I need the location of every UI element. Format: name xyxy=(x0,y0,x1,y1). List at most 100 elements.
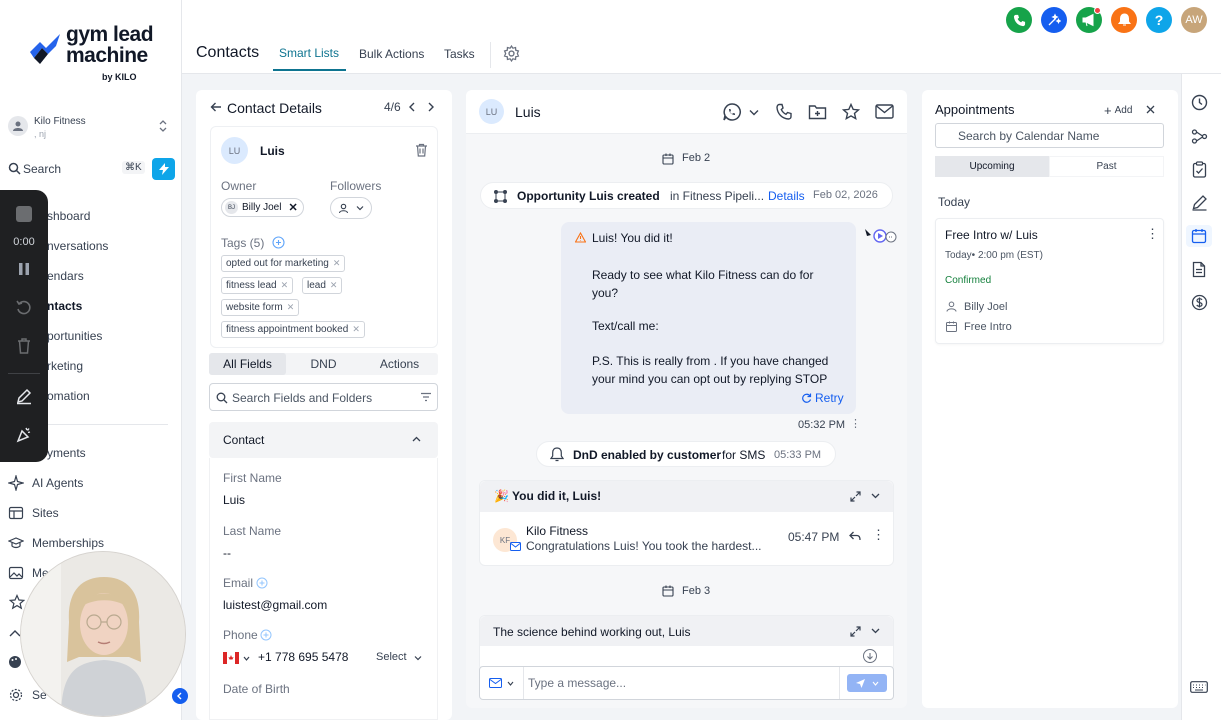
ai-assistant-button[interactable] xyxy=(1041,7,1067,33)
call-options-icon[interactable] xyxy=(722,102,742,122)
notifications-button[interactable] xyxy=(1111,7,1137,33)
tag-chip[interactable]: website form ✕ xyxy=(221,299,300,316)
email-icon[interactable] xyxy=(875,104,894,119)
sidebar-item-marketing[interactable]: rketing xyxy=(47,355,83,377)
first-name-field[interactable]: Luis xyxy=(223,493,245,507)
user-avatar[interactable]: AW xyxy=(1181,7,1207,33)
tag-chip[interactable]: lead ✕ xyxy=(302,277,343,294)
stop-recording-button[interactable] xyxy=(16,206,32,222)
send-button[interactable] xyxy=(847,674,887,692)
restart-icon[interactable] xyxy=(15,299,33,317)
remove-tag-icon[interactable]: ✕ xyxy=(333,258,341,269)
remove-tag-icon[interactable]: ✕ xyxy=(352,324,360,335)
tab-bulk-actions[interactable]: Bulk Actions xyxy=(359,47,424,61)
appointment-card[interactable]: Free Intro w/ Luis ⋮ Today• 2:00 pm (EST… xyxy=(935,218,1164,344)
sidebar-search[interactable]: Search ⌘K xyxy=(8,158,176,180)
phone-icon[interactable] xyxy=(775,103,793,121)
palette-icon[interactable] xyxy=(8,655,22,669)
tab-dnd[interactable]: DND xyxy=(286,353,361,375)
tag-chip[interactable]: fitness appointment booked ✕ xyxy=(221,321,365,338)
sidebar-item-memberships[interactable]: Memberships xyxy=(8,532,104,554)
payments-button[interactable] xyxy=(1189,292,1209,312)
owner-chip[interactable]: BJ Billy Joel ✕ xyxy=(221,198,304,217)
next-contact-icon[interactable] xyxy=(427,102,435,112)
tab-tasks[interactable]: Tasks xyxy=(444,47,475,61)
add-tag-icon[interactable] xyxy=(272,236,285,249)
back-arrow-icon[interactable] xyxy=(210,101,222,113)
scroll-down-button[interactable] xyxy=(863,649,877,663)
chevron-down-icon[interactable] xyxy=(871,493,880,499)
phone-button[interactable] xyxy=(1006,7,1032,33)
sidebar-item-calendars[interactable]: endars xyxy=(47,265,84,287)
email-options-icon[interactable]: ⋮ xyxy=(872,527,885,543)
email-thread[interactable]: The science behind working out, Luis xyxy=(479,615,894,671)
sidebar-item-payments[interactable]: yments xyxy=(47,442,86,464)
message-input[interactable]: Type a message... xyxy=(528,676,626,690)
tag-chip[interactable]: fitness lead ✕ xyxy=(221,277,294,294)
close-icon[interactable] xyxy=(1146,105,1155,114)
expand-icon[interactable] xyxy=(850,491,861,502)
sidebar-item-conversations[interactable]: nversations xyxy=(47,235,108,257)
opportunity-details-link[interactable]: Details xyxy=(768,189,805,203)
tab-actions[interactable]: Actions xyxy=(361,353,438,375)
expand-icon[interactable] xyxy=(850,626,861,637)
announcements-button[interactable] xyxy=(1076,7,1102,33)
tab-upcoming[interactable]: Upcoming xyxy=(935,156,1049,177)
keyboard-shortcuts-button[interactable] xyxy=(1189,677,1209,697)
remove-owner-icon[interactable]: ✕ xyxy=(288,201,297,214)
settings-gear-icon[interactable] xyxy=(503,45,520,62)
account-switcher[interactable]: Kilo Fitness , nj xyxy=(8,112,174,142)
chevron-down-icon[interactable] xyxy=(749,109,759,116)
tasks-button[interactable] xyxy=(1189,159,1209,179)
sidebar-item-sites[interactable]: Sites xyxy=(8,502,59,524)
prev-contact-icon[interactable] xyxy=(408,102,416,112)
remove-tag-icon[interactable]: ✕ xyxy=(330,280,338,291)
quick-action-button[interactable] xyxy=(152,158,175,180)
section-contact-header[interactable]: Contact xyxy=(209,422,438,458)
sidebar-item-opportunities[interactable]: portunities xyxy=(47,325,102,347)
delete-contact-icon[interactable] xyxy=(415,143,428,157)
phone-type-select[interactable]: Select xyxy=(376,651,407,663)
phone-field[interactable]: +1 778 695 5478 xyxy=(258,650,348,664)
opportunities-button[interactable] xyxy=(1189,126,1209,146)
sidebar-item-automation[interactable]: omation xyxy=(47,385,90,407)
add-email-icon[interactable] xyxy=(256,577,268,589)
tab-past[interactable]: Past xyxy=(1049,156,1164,177)
appointments-rail-button[interactable] xyxy=(1186,225,1212,247)
followers-select[interactable] xyxy=(330,197,372,219)
pause-icon[interactable] xyxy=(17,262,31,276)
activity-button[interactable] xyxy=(1189,92,1209,112)
sidebar-item-ai-agents[interactable]: AI Agents xyxy=(8,472,83,494)
remove-tag-icon[interactable]: ✕ xyxy=(281,280,289,291)
pen-icon[interactable] xyxy=(15,387,33,405)
channel-select[interactable] xyxy=(480,667,524,699)
collapse-sidebar-button[interactable] xyxy=(172,688,188,704)
add-phone-icon[interactable] xyxy=(260,629,272,641)
help-button[interactable]: ? xyxy=(1146,7,1172,33)
email-thread[interactable]: 🎉 You did it, Luis! KF Kilo Fitness Cong… xyxy=(479,480,894,566)
appointment-options-icon[interactable]: ⋮ xyxy=(1146,226,1159,242)
star-icon[interactable] xyxy=(9,594,25,610)
trash-icon[interactable] xyxy=(16,337,32,355)
calendar-search-input[interactable]: Search by Calendar Name xyxy=(935,123,1164,148)
sidebar-item-contacts[interactable]: ntacts xyxy=(47,295,82,317)
email-field[interactable]: luistest@gmail.com xyxy=(223,598,327,612)
effects-icon[interactable] xyxy=(15,426,33,444)
field-search-input[interactable]: Search Fields and Folders xyxy=(209,383,438,411)
tab-smart-lists[interactable]: Smart Lists xyxy=(279,46,339,60)
star-icon[interactable] xyxy=(842,103,860,121)
notes-button[interactable] xyxy=(1189,192,1209,212)
documents-button[interactable] xyxy=(1189,259,1209,279)
remove-tag-icon[interactable]: ✕ xyxy=(287,302,295,313)
message-bubble[interactable]: Luis! You did it! Ready to see what Kilo… xyxy=(561,222,856,414)
filter-icon[interactable] xyxy=(420,392,432,402)
tag-chip[interactable]: opted out for marketing ✕ xyxy=(221,255,346,272)
chevron-down-icon[interactable] xyxy=(243,656,250,661)
move-to-folder-icon[interactable] xyxy=(808,103,827,121)
tab-all-fields[interactable]: All Fields xyxy=(209,353,286,375)
chevron-down-icon[interactable] xyxy=(871,628,880,634)
last-name-field[interactable]: -- xyxy=(223,546,231,560)
sidebar-item-dashboard[interactable]: shboard xyxy=(47,205,90,227)
retry-link[interactable]: Retry xyxy=(815,391,844,405)
message-options-icon[interactable]: ⋮ xyxy=(850,417,861,430)
